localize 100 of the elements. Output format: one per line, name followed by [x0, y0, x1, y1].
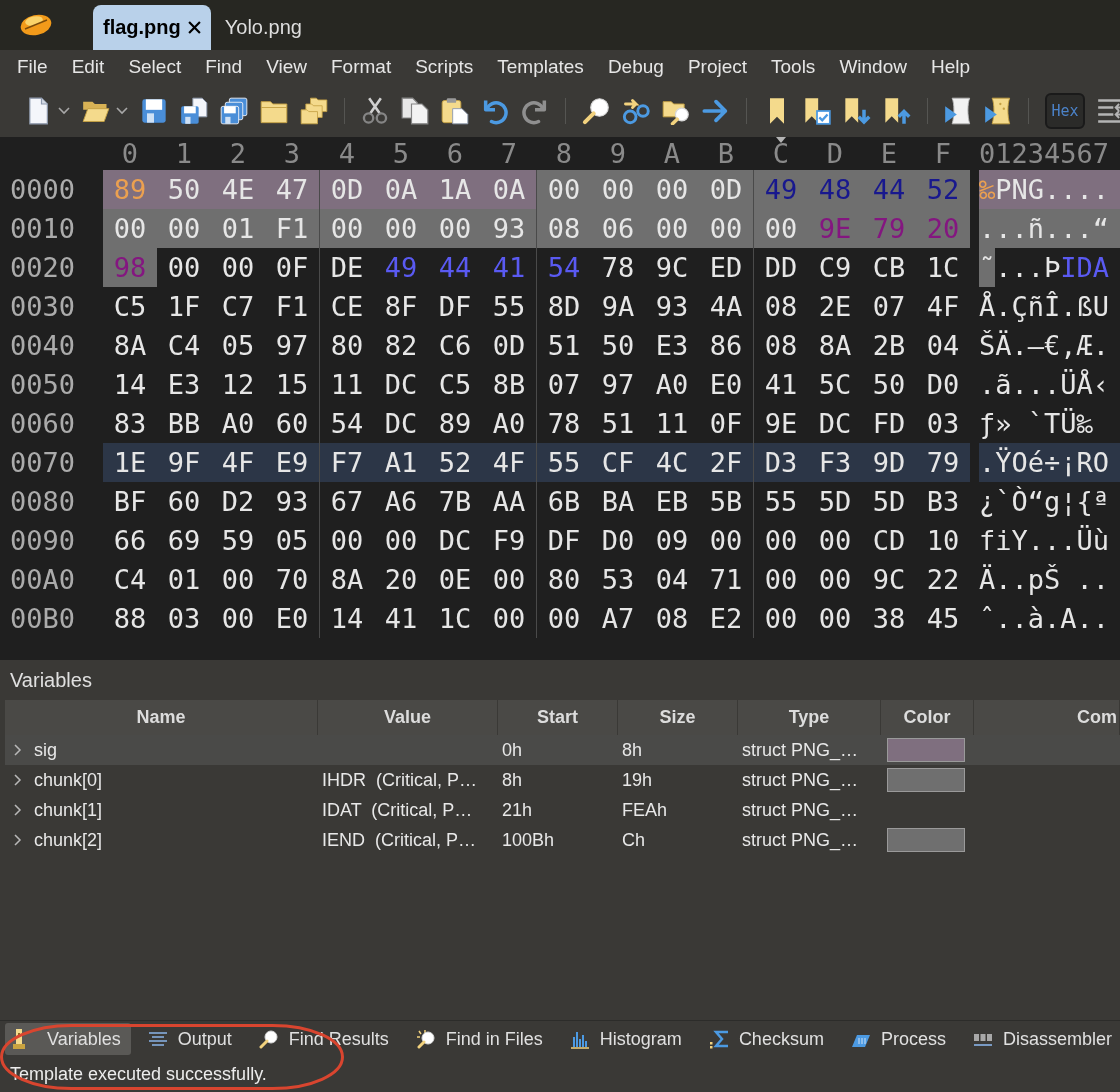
- page-play-icon[interactable]: [944, 96, 972, 125]
- column-header[interactable]: Value: [318, 700, 498, 735]
- hex-byte: 04: [925, 329, 961, 363]
- ascii-text: ...ñ...“: [979, 209, 1120, 248]
- column-header[interactable]: Start: [498, 700, 618, 735]
- hex-byte: E0: [274, 602, 310, 636]
- clipboard-icon[interactable]: [441, 96, 469, 125]
- bookmark-check-icon[interactable]: [803, 96, 831, 125]
- arrow-rings-icon[interactable]: [622, 96, 650, 125]
- hex-byte: 00: [220, 602, 256, 636]
- offset-label: 0030: [9, 290, 77, 324]
- hex-byte: 44: [437, 251, 473, 285]
- hex-byte: 4E: [211, 170, 265, 209]
- close-icon[interactable]: [187, 21, 201, 34]
- hex-byte: 9E: [808, 209, 862, 248]
- menu-item[interactable]: File: [5, 56, 60, 78]
- hex-byte: 00: [763, 602, 799, 636]
- floppy-stack-icon[interactable]: [220, 96, 248, 125]
- chevron-icon[interactable]: [14, 834, 22, 846]
- bookmark-down-arrow-icon[interactable]: [843, 96, 871, 125]
- panel-tab[interactable]: Process: [842, 1023, 956, 1055]
- hex-byte: C7: [220, 290, 256, 324]
- hex-byte: 9A: [600, 290, 636, 324]
- panel-tab[interactable]: Disassembler: [964, 1023, 1120, 1055]
- hex-byte: 51: [546, 329, 582, 363]
- bookmark-up-arrow-icon[interactable]: [883, 96, 911, 125]
- hex-byte: 0A: [374, 170, 428, 209]
- column-header[interactable]: Size: [618, 700, 738, 735]
- ascii-text: Å.ÇñÎ.ßU: [979, 290, 1110, 324]
- hex-byte: 44: [862, 170, 916, 209]
- caret-icon[interactable]: [58, 106, 70, 115]
- hex-byte: 49: [383, 251, 419, 285]
- menu-item[interactable]: Scripts: [403, 56, 486, 78]
- hex-byte: 69: [166, 524, 202, 558]
- sigma-icon: [708, 1029, 729, 1049]
- column-header[interactable]: Color: [881, 700, 974, 735]
- search-icon[interactable]: [582, 96, 610, 125]
- chevron-icon[interactable]: [14, 744, 22, 756]
- menu-item[interactable]: Debug: [595, 56, 676, 78]
- hex-byte: 08: [763, 290, 799, 324]
- hex-byte: 59: [220, 524, 256, 558]
- column-label: 8: [555, 137, 573, 170]
- hex-byte: FD: [871, 407, 907, 441]
- document-tab[interactable]: Yolo.png: [214, 5, 312, 50]
- menu-item[interactable]: Select: [116, 56, 194, 78]
- hex-byte: 88: [112, 602, 148, 636]
- hex-byte: 00: [329, 524, 365, 558]
- column-label: 0: [121, 137, 139, 170]
- hex-byte: 71: [708, 563, 744, 597]
- offset-label: 0060: [9, 407, 77, 441]
- menu-item[interactable]: View: [254, 56, 319, 78]
- hex-byte: 11: [329, 368, 365, 402]
- menu-item[interactable]: Edit: [59, 56, 117, 78]
- hex-byte: 1C: [925, 251, 961, 285]
- table-row[interactable]: sig 0h 8h struct PNG_…: [5, 735, 1120, 765]
- table-cell: IDAT (Critical, P…: [322, 799, 473, 821]
- floppy-page-icon[interactable]: [180, 96, 208, 125]
- hex-byte: 00: [383, 524, 419, 558]
- hex-byte: 52: [428, 443, 482, 482]
- caret-icon[interactable]: [116, 106, 128, 115]
- hex-toggle-button[interactable]: Hex: [1045, 92, 1085, 129]
- menu-item[interactable]: Tools: [759, 56, 828, 78]
- hex-byte: 97: [274, 329, 310, 363]
- menu-item[interactable]: Find: [193, 56, 255, 78]
- hex-byte: 80: [546, 563, 582, 597]
- column-header[interactable]: Name: [5, 700, 318, 735]
- document-tab[interactable]: flag.png: [93, 5, 211, 50]
- hex-byte: F9: [491, 524, 527, 558]
- chevron-icon[interactable]: [14, 774, 22, 786]
- hex-byte: 5B: [708, 485, 744, 519]
- hex-byte: 41: [763, 368, 799, 402]
- panel-tab[interactable]: Find in Files: [407, 1023, 553, 1055]
- column-header[interactable]: Type: [738, 700, 881, 735]
- menu-item[interactable]: Help: [918, 56, 983, 78]
- ascii-text: PNG....: [995, 170, 1120, 209]
- panel-tab[interactable]: Output: [139, 1023, 242, 1055]
- chevron-icon[interactable]: [14, 804, 22, 816]
- hex-byte: 8D: [546, 290, 582, 324]
- panel-tab[interactable]: Histogram: [561, 1023, 692, 1055]
- hex-byte: 00: [546, 602, 582, 636]
- column-header[interactable]: Com: [974, 700, 1120, 735]
- hex-byte: 52: [916, 170, 970, 209]
- panel-tab[interactable]: Variables: [5, 1023, 131, 1055]
- folder-stack-icon[interactable]: [300, 96, 328, 125]
- histogram-icon: [569, 1029, 590, 1049]
- text-lines-icon[interactable]: [1097, 96, 1120, 125]
- menu-item[interactable]: Project: [675, 56, 759, 78]
- hex-byte: 7B: [437, 485, 473, 519]
- hex-byte: 03: [925, 407, 961, 441]
- menu-item[interactable]: Format: [319, 56, 404, 78]
- menu-item[interactable]: Templates: [485, 56, 596, 78]
- hex-byte: 08: [763, 329, 799, 363]
- panel-tab[interactable]: Checksum: [700, 1023, 834, 1055]
- menu-item[interactable]: Window: [827, 56, 919, 78]
- panel-tab[interactable]: Find Results: [250, 1023, 399, 1055]
- text-lines-icon: [147, 1029, 168, 1049]
- hex-byte: 8B: [491, 368, 527, 402]
- scroll-play-icon[interactable]: [984, 96, 1012, 125]
- hex-byte: 97: [600, 368, 636, 402]
- hex-byte: 00: [708, 524, 744, 558]
